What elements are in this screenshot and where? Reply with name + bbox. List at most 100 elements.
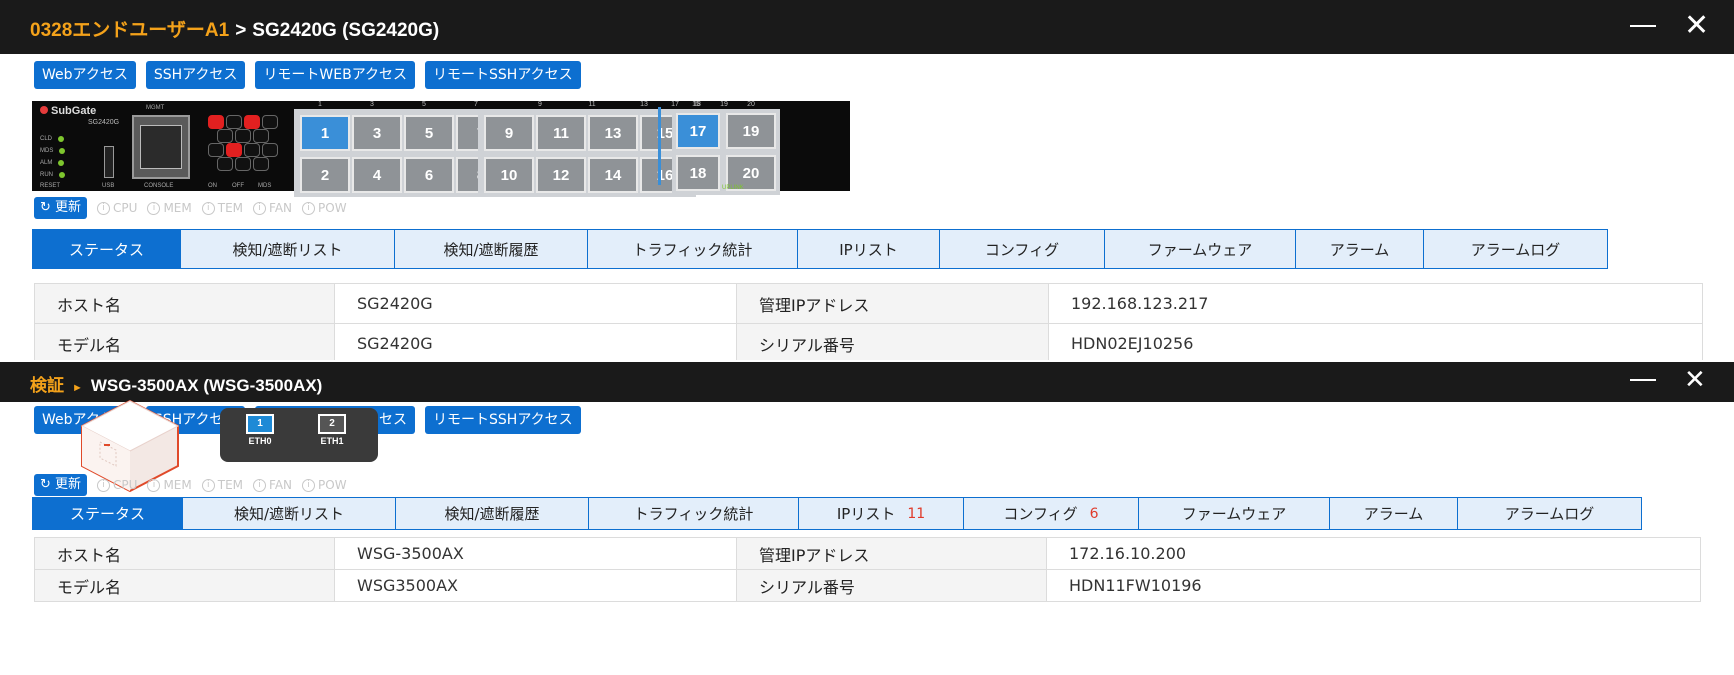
port-18[interactable]: 18 (676, 155, 720, 191)
led-label: MDS (40, 148, 54, 154)
close-button[interactable]: ✕ (1684, 8, 1709, 43)
port-1[interactable]: 1 (300, 115, 350, 151)
minimize-button[interactable] (1630, 25, 1656, 27)
tab-detection-list[interactable]: 検知/遮断リスト (181, 230, 395, 268)
port-14[interactable]: 14 (588, 157, 638, 193)
refresh-icon: ↻ (40, 477, 56, 492)
hex-led-icon (262, 115, 278, 129)
info-circle-icon: i (201, 201, 215, 215)
info-circle-icon: i (201, 478, 215, 492)
hex-led-icon (235, 157, 251, 171)
ethernet-port-panel: 1 ETH0 2 ETH1 (220, 408, 378, 462)
title-bar: 検証 ► WSG-3500AX (WSG-3500AX) ✕ (0, 362, 1734, 402)
tab-label: アラーム (1329, 240, 1390, 259)
table-row: ホスト名 WSG-3500AX 管理IPアドレス 172.16.10.200 (34, 537, 1701, 570)
port-2[interactable]: 2 (300, 157, 350, 193)
hex-led-icon (217, 129, 233, 143)
hostname-value: SG2420G (334, 283, 737, 324)
ssh-access-button[interactable]: SSHアクセス (145, 61, 246, 89)
metric-label: POW (318, 478, 347, 492)
tab-status[interactable]: ステータス (33, 498, 183, 529)
tab-ip-list[interactable]: IPリスト (798, 230, 940, 268)
mgmt-ip-label: 管理IPアドレス (736, 283, 1049, 324)
uplink-ports: 17 19 18 20 (672, 109, 780, 195)
remote-web-access-button[interactable]: リモートWEBアクセス (255, 61, 416, 89)
switch-model-label: SG2420G (88, 119, 120, 126)
port-19[interactable]: 19 (726, 113, 776, 149)
metric-label: POW (318, 201, 347, 215)
hex-led-icon (253, 157, 269, 171)
remote-ssh-access-button[interactable]: リモートSSHアクセス (425, 406, 581, 434)
web-access-button[interactable]: Webアクセス (34, 61, 136, 89)
tab-bar: ステータス 検知/遮断リスト 検知/遮断履歴 トラフィック統計 IPリスト 11 … (32, 497, 1642, 530)
led-label: ALM (40, 160, 53, 166)
cpu-metric: i CPU (97, 201, 137, 215)
refresh-icon: ↻ (40, 200, 56, 215)
tab-alarm-log[interactable]: アラームログ (1458, 498, 1641, 529)
table-row: ホスト名 SG2420G 管理IPアドレス 192.168.123.217 (34, 283, 1703, 324)
tab-status[interactable]: ステータス (33, 230, 181, 268)
tab-detection-history[interactable]: 検知/遮断履歴 (395, 230, 588, 268)
pow-metric: i POW (302, 201, 347, 215)
tab-traffic-stats[interactable]: トラフィック統計 (588, 230, 798, 268)
refresh-button[interactable]: ↻ 更新 (34, 197, 88, 219)
refresh-label: 更新 (55, 477, 82, 492)
tab-detection-history[interactable]: 検知/遮断履歴 (396, 498, 589, 529)
port-number: 20 (747, 101, 755, 108)
hex-led-icon (226, 143, 242, 157)
tab-alarm[interactable]: アラーム (1330, 498, 1458, 529)
tab-label: IPリスト (836, 505, 896, 523)
port-5[interactable]: 5 (404, 115, 454, 151)
tab-alarm[interactable]: アラーム (1296, 230, 1424, 268)
close-button[interactable]: ✕ (1684, 365, 1706, 395)
port-11[interactable]: 11 (536, 115, 586, 151)
refresh-button[interactable]: ↻ 更新 (34, 474, 88, 496)
port-9[interactable]: 9 (484, 115, 534, 151)
tab-ip-list[interactable]: IPリスト 11 (799, 498, 964, 529)
tab-label: コンフィグ (1003, 505, 1078, 523)
breadcrumb-separator: ► (72, 382, 83, 394)
logo-text: SubGate (51, 105, 97, 117)
rj45-socket-icon: 1 (246, 414, 274, 434)
mgmt-port[interactable] (132, 115, 190, 179)
metric-label: FAN (269, 478, 293, 492)
tab-alarm-log[interactable]: アラームログ (1424, 230, 1607, 268)
status-info-table: ホスト名 WSG-3500AX 管理IPアドレス 172.16.10.200 モ… (34, 537, 1701, 602)
minimize-button[interactable] (1630, 379, 1656, 381)
eth1-port[interactable]: 2 ETH1 (312, 414, 352, 452)
tab-firmware[interactable]: ファームウェア (1105, 230, 1296, 268)
led-row: MDS (40, 145, 66, 157)
port-13[interactable]: 13 (588, 115, 638, 151)
tem-metric: i TEM (201, 201, 243, 215)
eth0-port[interactable]: 1 ETH0 (240, 414, 280, 452)
close-icon: ✕ (1684, 365, 1706, 395)
hex-led-icon (208, 143, 224, 157)
breadcrumb-parent[interactable]: 0328エンドユーザーA1 (30, 20, 229, 41)
model-value: SG2420G (334, 323, 737, 360)
hex-led-icon (253, 129, 269, 143)
port-3[interactable]: 3 (352, 115, 402, 151)
close-icon: ✕ (1684, 8, 1710, 43)
port-6[interactable]: 6 (404, 157, 454, 193)
tab-firmware[interactable]: ファームウェア (1139, 498, 1330, 529)
minimize-icon (1630, 25, 1656, 27)
tab-detection-list[interactable]: 検知/遮断リスト (183, 498, 396, 529)
tab-label: アラームログ (1470, 240, 1561, 259)
hostname-value: WSG-3500AX (334, 537, 737, 570)
port-4[interactable]: 4 (352, 157, 402, 193)
tab-config[interactable]: コンフィグ 6 (964, 498, 1139, 529)
tab-bar: ステータス 検知/遮断リスト 検知/遮断履歴 トラフィック統計 IPリスト コン… (32, 229, 1608, 269)
port-17[interactable]: 17 (676, 113, 720, 149)
tab-config[interactable]: コンフィグ (940, 230, 1105, 268)
port-12[interactable]: 12 (536, 157, 586, 193)
tab-label: ステータス (68, 240, 144, 259)
tab-label: 検知/遮断履歴 (444, 505, 540, 523)
info-circle-icon: i (253, 201, 267, 215)
remote-ssh-access-button[interactable]: リモートSSHアクセス (425, 61, 581, 89)
breadcrumb-parent[interactable]: 検証 (30, 376, 64, 395)
port-number: 7 (474, 101, 478, 108)
tab-traffic-stats[interactable]: トラフィック統計 (589, 498, 799, 529)
mem-metric: i MEM (147, 201, 192, 215)
info-circle-icon: i (253, 478, 267, 492)
port-10[interactable]: 10 (484, 157, 534, 193)
